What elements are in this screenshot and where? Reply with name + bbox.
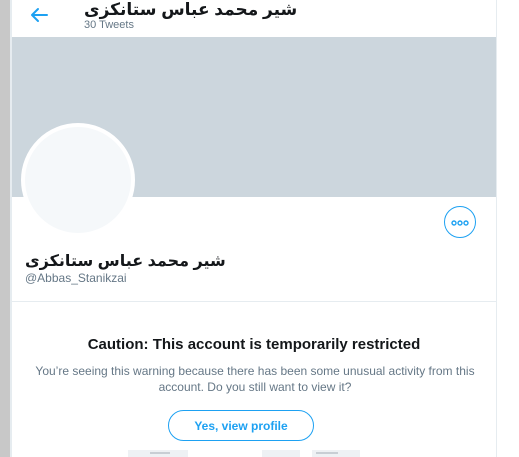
content-peek-1-mark <box>150 452 170 454</box>
caution-message-line-2: account. Do you still want to view it? <box>158 380 352 394</box>
timeline-right-border <box>496 0 497 457</box>
content-peek-3-mark <box>316 452 338 454</box>
window-left-edge <box>0 0 10 457</box>
more-dots-icon <box>451 213 469 231</box>
profile-display-name: شیر محمد عباس ستانکزی <box>25 253 226 270</box>
more-options-button[interactable] <box>444 206 476 238</box>
back-arrow-icon[interactable] <box>29 5 49 25</box>
content-peek-2 <box>262 450 300 457</box>
header-tweet-count: 30 Tweets <box>84 19 134 31</box>
avatar[interactable] <box>21 123 135 237</box>
header-display-name: شیر محمد عباس ستانکزی <box>84 0 298 19</box>
caution-message: You’re seeing this warning because there… <box>30 363 480 395</box>
section-divider <box>12 301 496 302</box>
profile-handle: @Abbas_Stanikzai <box>25 271 127 285</box>
caution-message-line-1: You’re seeing this warning because there… <box>35 364 475 378</box>
profile-header: شیر محمد عباس ستانکزی 30 Tweets <box>12 0 496 37</box>
view-profile-button[interactable]: Yes, view profile <box>168 410 314 441</box>
caution-title: Caution: This account is temporarily res… <box>87 336 421 353</box>
